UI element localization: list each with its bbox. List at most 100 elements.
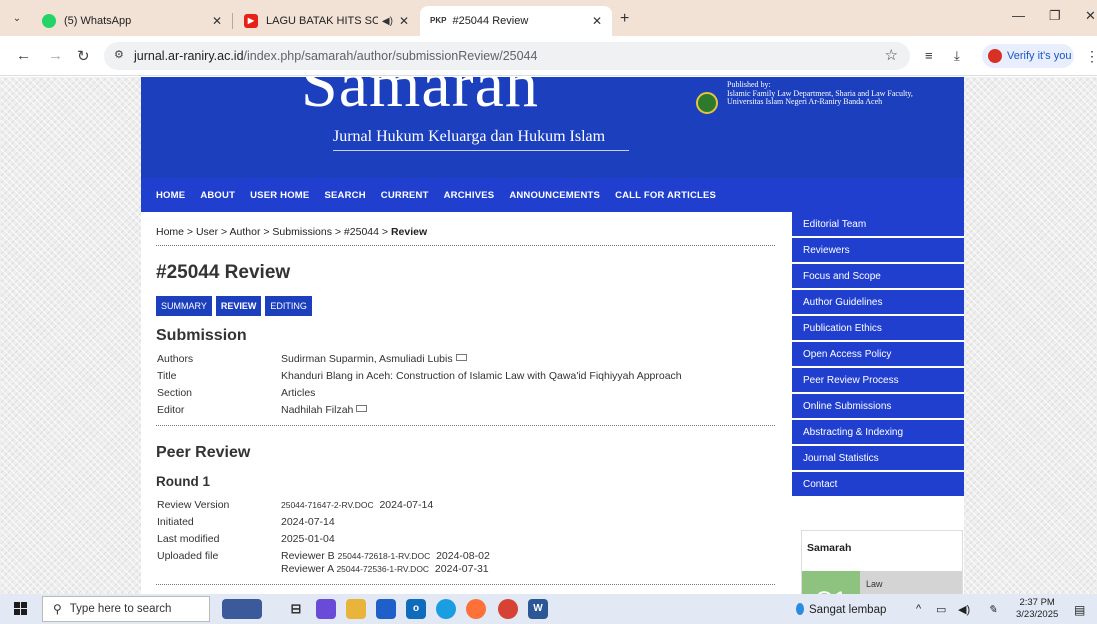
tab-review[interactable]: REVIEW bbox=[215, 296, 262, 316]
round-heading: Round 1 bbox=[156, 474, 210, 489]
weather-status[interactable]: Sangat lembap bbox=[796, 603, 886, 616]
sidebar-item-journal-statistics[interactable]: Journal Statistics bbox=[792, 446, 964, 472]
row-label: Editor bbox=[157, 404, 185, 416]
nav-about[interactable]: ABOUT bbox=[200, 190, 235, 201]
row-value: 2024-07-14 bbox=[379, 499, 434, 511]
tab-title: LAGU BATAK HITS SOUND \ bbox=[266, 15, 378, 27]
row-label: Initiated bbox=[157, 516, 194, 528]
address-bar[interactable]: ⚙ jurnal.ar-raniry.ac.id/index.php/samar… bbox=[104, 42, 910, 70]
nav-home[interactable]: HOME bbox=[156, 190, 185, 201]
divider bbox=[156, 425, 775, 426]
tab-youtube[interactable]: ▶ LAGU BATAK HITS SOUND \ ◀) ✕ bbox=[234, 6, 419, 36]
file-explorer-icon[interactable] bbox=[346, 599, 366, 619]
page-viewport: Samarah Jurnal Hukum Keluarga dan Hukum … bbox=[0, 77, 1097, 594]
breadcrumb-trail[interactable]: Home > User > Author > Submissions > #25… bbox=[156, 226, 391, 238]
search-placeholder: Type here to search bbox=[69, 603, 172, 615]
sidebar-item-open-access[interactable]: Open Access Policy bbox=[792, 342, 964, 368]
volume-icon[interactable]: ◀) bbox=[958, 603, 970, 616]
sidebar-item-peer-review-process[interactable]: Peer Review Process bbox=[792, 368, 964, 394]
audio-playing-icon[interactable]: ◀) bbox=[382, 16, 393, 27]
tab-summary[interactable]: SUMMARY bbox=[156, 296, 212, 316]
humidity-icon bbox=[796, 603, 804, 615]
row-label: Authors bbox=[157, 353, 194, 365]
row-label: Section bbox=[157, 387, 193, 399]
sidebar-item-abstracting-indexing[interactable]: Abstracting & Indexing bbox=[792, 420, 964, 446]
task-view-icon[interactable]: ⊟ bbox=[286, 599, 306, 619]
sidebar-item-reviewers[interactable]: Reviewers bbox=[792, 238, 964, 264]
tagline-rule bbox=[333, 150, 629, 151]
university-seal-icon bbox=[696, 92, 718, 114]
weather-text: Sangat lembap bbox=[809, 604, 887, 616]
journal-brand[interactable]: Samarah bbox=[301, 77, 539, 123]
sidebar-item-focus-scope[interactable]: Focus and Scope bbox=[792, 264, 964, 290]
tab-review[interactable]: PKP #25044 Review ✕ bbox=[420, 6, 612, 36]
minimize-icon[interactable]: — bbox=[1012, 8, 1025, 23]
site-info-icon[interactable]: ⚙ bbox=[114, 48, 124, 61]
outlook-icon[interactable]: o bbox=[406, 599, 426, 619]
back-arrow-icon[interactable]: ← bbox=[16, 47, 31, 64]
publisher-info: Published by: Islamic Family Law Departm… bbox=[727, 80, 913, 107]
nav-announcements[interactable]: ANNOUNCEMENTS bbox=[509, 190, 600, 201]
menu-kebab-icon[interactable]: ⋮ bbox=[1085, 48, 1097, 65]
sidebar-item-author-guidelines[interactable]: Author Guidelines bbox=[792, 290, 964, 316]
reading-list-icon[interactable]: ≡ bbox=[925, 48, 933, 63]
tab-whatsapp[interactable]: (5) WhatsApp ✕ bbox=[32, 6, 232, 36]
email-icon[interactable] bbox=[455, 354, 467, 361]
word-icon[interactable]: W bbox=[528, 599, 548, 619]
bookmark-star-icon[interactable]: ☆ bbox=[885, 46, 898, 64]
copilot-icon[interactable] bbox=[316, 599, 336, 619]
sidebar-item-contact[interactable]: Contact bbox=[792, 472, 964, 498]
email-icon[interactable] bbox=[356, 405, 368, 412]
nav-call-for-articles[interactable]: CALL FOR ARTICLES bbox=[615, 190, 716, 201]
url-text[interactable]: jurnal.ar-raniry.ac.id/index.php/samarah… bbox=[134, 49, 537, 63]
store-icon[interactable] bbox=[376, 599, 396, 619]
tab-editing[interactable]: EDITING bbox=[265, 296, 312, 316]
close-tab-icon[interactable]: ✕ bbox=[399, 14, 409, 28]
forward-arrow-icon[interactable]: → bbox=[48, 47, 63, 64]
tray-overflow-chevron-icon[interactable]: ^ bbox=[916, 603, 921, 615]
review-version-file-link[interactable]: 25044-71647-2-RV.DOC bbox=[281, 500, 374, 510]
divider bbox=[156, 584, 775, 585]
reviewer-file-link[interactable]: 25044-72618-1-RV.DOC bbox=[338, 551, 431, 561]
sidebar-item-publication-ethics[interactable]: Publication Ethics bbox=[792, 316, 964, 342]
url-host: jurnal.ar-raniry.ac.id bbox=[134, 49, 244, 63]
network-icon[interactable]: ▭ bbox=[936, 603, 946, 616]
reviewer-file-link[interactable]: 25044-72536-1-RV.DOC bbox=[336, 564, 429, 574]
tab-search-chevron-icon[interactable]: ⌄ bbox=[8, 10, 26, 28]
nav-user-home[interactable]: USER HOME bbox=[250, 190, 309, 201]
clock-date: 3/23/2025 bbox=[1016, 609, 1059, 620]
row-value: 2024-08-02 bbox=[436, 550, 490, 562]
system-clock[interactable]: 2:37 PM 3/23/2025 bbox=[1016, 597, 1058, 621]
profile-label: Verify it's you bbox=[1007, 50, 1072, 62]
taskbar-search-input[interactable]: ⚲ Type here to search bbox=[42, 596, 210, 622]
nav-current[interactable]: CURRENT bbox=[381, 190, 429, 201]
firefox-icon[interactable] bbox=[466, 599, 486, 619]
sidebar: Editorial Team Reviewers Focus and Scope… bbox=[792, 212, 964, 594]
download-icon[interactable]: ⤓ bbox=[954, 48, 960, 64]
clock-time: 2:37 PM bbox=[1019, 597, 1055, 608]
row-label: Title bbox=[157, 370, 177, 382]
new-tab-plus-icon[interactable]: + bbox=[620, 10, 629, 28]
restore-icon[interactable]: ❐ bbox=[1049, 8, 1061, 24]
sidebar-item-online-submissions[interactable]: Online Submissions bbox=[792, 394, 964, 420]
chrome-icon[interactable] bbox=[498, 599, 518, 619]
edge-icon[interactable] bbox=[436, 599, 456, 619]
windows-start-icon[interactable] bbox=[14, 602, 28, 616]
quartile-number: Q1 bbox=[802, 571, 860, 594]
peer-review-heading: Peer Review bbox=[156, 444, 251, 461]
weather-widget-icon[interactable] bbox=[222, 599, 262, 619]
nav-search[interactable]: SEARCH bbox=[324, 190, 365, 201]
close-tab-icon[interactable]: ✕ bbox=[212, 14, 222, 28]
reload-icon[interactable]: ↻ bbox=[77, 47, 90, 65]
nav-archives[interactable]: ARCHIVES bbox=[444, 190, 495, 201]
close-window-icon[interactable]: ✕ bbox=[1085, 8, 1096, 24]
close-tab-icon[interactable]: ✕ bbox=[592, 14, 602, 28]
pen-icon[interactable]: ✎ bbox=[988, 603, 997, 616]
reviewer-name: Reviewer A bbox=[281, 563, 334, 575]
profile-verify-button[interactable]: Verify it's you bbox=[982, 44, 1074, 68]
sidebar-item-editorial-team[interactable]: Editorial Team bbox=[792, 212, 964, 238]
breadcrumb[interactable]: Home > User > Author > Submissions > #25… bbox=[156, 226, 427, 238]
notifications-icon[interactable]: ▤ bbox=[1074, 603, 1085, 617]
search-icon: ⚲ bbox=[53, 602, 62, 616]
browser-toolbar: ← → ↻ ⚙ jurnal.ar-raniry.ac.id/index.php… bbox=[0, 36, 1097, 76]
